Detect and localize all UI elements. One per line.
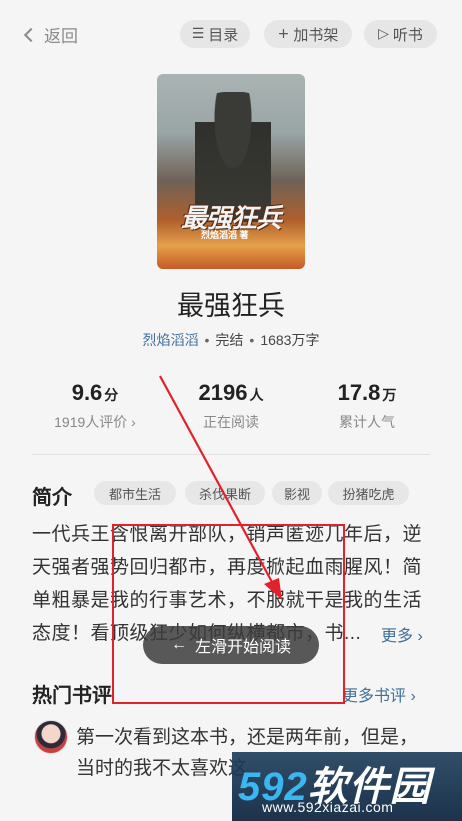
watermark-url: www.592xiazai.com: [262, 799, 394, 815]
tag-chip[interactable]: 扮猪吃虎: [328, 481, 409, 505]
word-count: 1683万字: [260, 332, 320, 348]
reading-label: 正在阅读: [203, 414, 259, 430]
chevron-left-icon: [23, 27, 39, 42]
divider: [32, 454, 430, 455]
separator-dot: •: [204, 332, 210, 348]
add-to-shelf-button[interactable]: + 加书架: [264, 20, 352, 48]
rating-unit: 分: [104, 387, 119, 403]
back-button[interactable]: 返回: [23, 22, 78, 47]
arrow-left-icon: ←: [170, 636, 187, 653]
toc-label: 目录: [208, 26, 239, 44]
reading-unit: 人: [249, 387, 264, 403]
avatar[interactable]: [34, 720, 68, 754]
toc-button[interactable]: ☰ 目录: [180, 20, 250, 48]
cover-author-art: 烈焰滔滔 著: [201, 230, 249, 240]
book-cover[interactable]: 最强狂兵 烈焰滔滔 著: [157, 74, 305, 269]
tag-chip[interactable]: 影视: [272, 481, 322, 505]
plus-icon: +: [277, 26, 290, 42]
reviews-heading: 热门书评: [32, 685, 112, 707]
author-link[interactable]: 烈焰滔滔: [143, 332, 199, 348]
reading-stat: 2196 人 正在阅读: [154, 380, 308, 432]
list-icon: ☰: [191, 26, 205, 42]
listen-label: 听书: [392, 26, 423, 44]
rating-value: 9.6: [71, 380, 103, 405]
play-icon: ▷: [378, 26, 389, 42]
book-meta: 烈焰滔滔 • 完结 • 1683万字: [0, 330, 462, 350]
book-title: 最强狂兵: [177, 291, 285, 321]
popularity-unit: 万: [382, 387, 397, 403]
popularity-stat: 17.8 万 累计人气: [290, 380, 444, 432]
more-reviews-link[interactable]: 更多书评 ›: [342, 682, 416, 706]
reading-value: 2196: [198, 380, 248, 405]
swipe-hint-toast: ← 左滑开始阅读: [143, 626, 319, 664]
watermark-logo: 592软件园 www.592xiazai.com: [232, 752, 462, 821]
tag-chip[interactable]: 都市生活: [94, 481, 176, 505]
toast-label: 左滑开始阅读: [194, 639, 291, 656]
popularity-label: 累计人气: [339, 414, 395, 430]
book-status: 完结: [215, 332, 244, 348]
tag-chip[interactable]: 杀伐果断: [185, 481, 265, 505]
shelf-label: 加书架: [293, 26, 339, 44]
back-label: 返回: [44, 27, 78, 46]
rating-label: 1919人评价 ›: [54, 414, 136, 430]
intro-heading: 简介: [32, 487, 72, 509]
separator-dot: •: [249, 332, 255, 348]
listen-button[interactable]: ▷ 听书: [364, 20, 437, 48]
popularity-value: 17.8: [337, 380, 381, 405]
rating-stat[interactable]: 9.6 分 1919人评价 ›: [18, 380, 172, 432]
top-bar: 返回 ☰ 目录 + 加书架 ▷ 听书: [0, 18, 462, 50]
intro-more-link[interactable]: 更多 ›: [377, 622, 423, 646]
